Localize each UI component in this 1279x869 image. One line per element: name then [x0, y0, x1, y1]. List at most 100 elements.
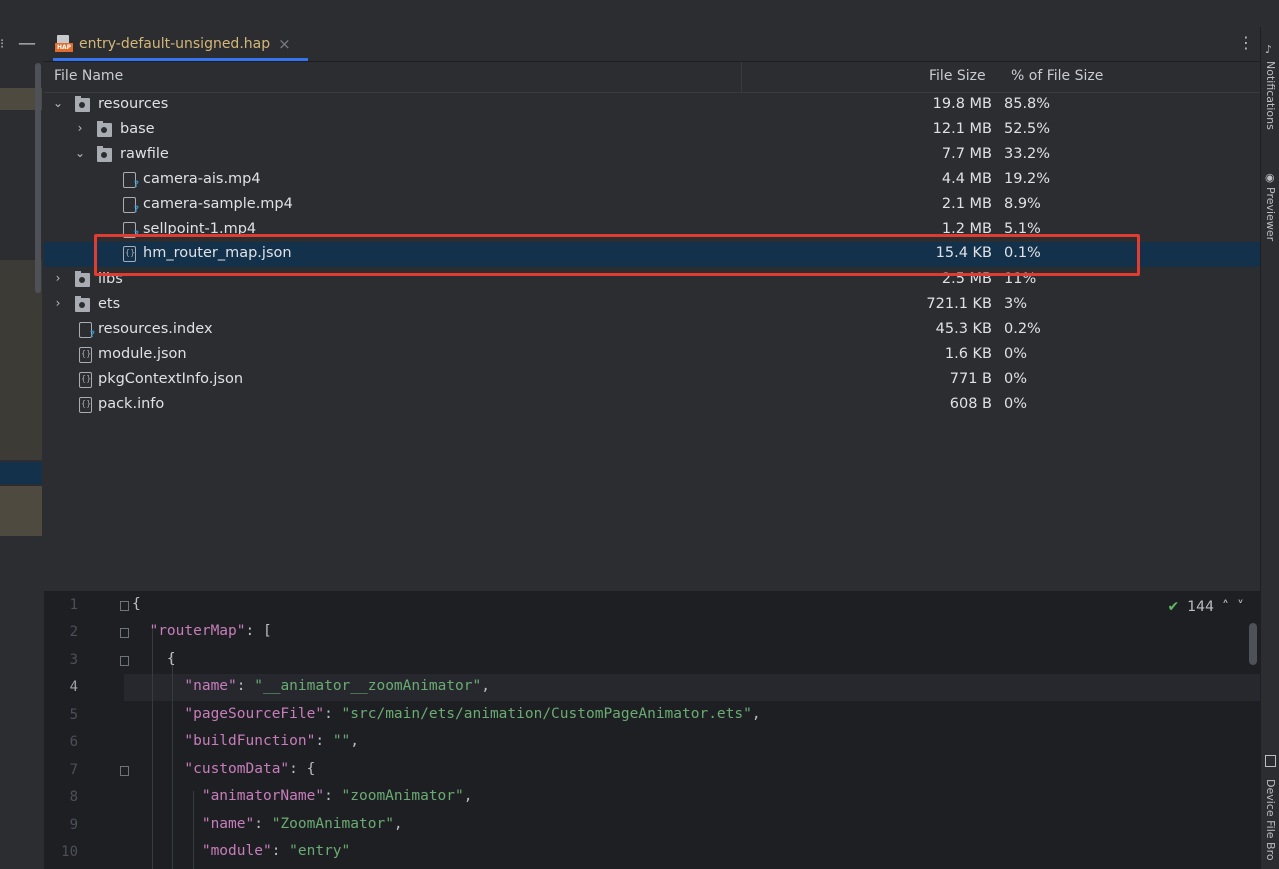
check-icon: ✔	[1167, 599, 1180, 615]
chevron-up-icon[interactable]: ˄	[1222, 599, 1229, 615]
code-line-2: "routerMap": [	[149, 623, 272, 639]
tab-options-icon[interactable]: ⋮	[1238, 33, 1254, 52]
row-percent: 52.5%	[1004, 121, 1051, 137]
row-size: 2.1 MB	[941, 196, 992, 212]
highlight-annotation-box	[94, 234, 1140, 276]
tree-row-module-json[interactable]: {} module.json 1.6 KB 0%	[44, 343, 1260, 368]
folder-icon	[75, 296, 90, 312]
device-file-browser-tool[interactable]: Device File Bro	[1264, 779, 1277, 861]
line-number: 4	[69, 679, 78, 695]
code-line-8: "animatorName": "zoomAnimator",	[201, 788, 473, 804]
code-line-1: {	[132, 596, 141, 612]
row-size: 7.7 MB	[941, 146, 992, 162]
row-size: 19.8 MB	[932, 96, 992, 112]
row-size: 721.1 KB	[926, 296, 992, 312]
column-divider	[741, 62, 742, 92]
tree-row-camera-sample[interactable]: ? camera-sample.mp4 2.1 MB 8.9%	[44, 193, 1260, 218]
row-percent: 0%	[1004, 371, 1028, 387]
title-bar	[0, 0, 1279, 28]
tree-row-rawfile[interactable]: ⌄ rawfile 7.7 MB 33.2%	[44, 143, 1260, 168]
chevron-right-icon[interactable]: ›	[52, 296, 64, 310]
inspection-count: 144	[1187, 599, 1214, 615]
column-file-name[interactable]: File Name	[54, 68, 123, 84]
notifications-tool[interactable]: Notifications	[1264, 61, 1277, 130]
left-panel-row[interactable]	[0, 486, 42, 536]
inspection-widget[interactable]: ✔ 144 ˄ ˅	[1168, 599, 1244, 615]
line-number: 7	[69, 762, 78, 778]
line-number: 8	[69, 789, 78, 805]
tree-header: File Name File Size % of File Size	[44, 62, 1260, 93]
line-number: 3	[69, 652, 78, 668]
row-size: 771 B	[949, 371, 992, 387]
hap-file-icon: HAP	[55, 34, 73, 53]
right-tool-strip: ♪ Notifications ◉ Previewer Device File …	[1260, 27, 1279, 869]
row-name: camera-ais.mp4	[143, 171, 261, 187]
fold-marker-icon[interactable]	[120, 601, 129, 611]
folder-icon	[75, 96, 90, 112]
line-number: 5	[69, 707, 78, 723]
tree-row-pkgcontextinfo[interactable]: {} pkgContextInfo.json 771 B 0%	[44, 368, 1260, 393]
row-name: rawfile	[120, 146, 169, 162]
fold-marker-icon[interactable]	[120, 766, 129, 776]
row-name: pack.info	[98, 396, 165, 412]
editor-scrollbar[interactable]	[1249, 623, 1257, 665]
code-editor[interactable]: 1 2 3 4 5 6 7 8 9 10 { "routerMap": [ { …	[44, 591, 1260, 869]
row-percent: 19.2%	[1004, 171, 1051, 187]
row-size: 12.1 MB	[932, 121, 992, 137]
column-file-size[interactable]: File Size	[929, 68, 986, 84]
code-line-10: "module": "entry"	[201, 843, 351, 859]
previewer-tool[interactable]: Previewer	[1264, 187, 1277, 241]
row-name: base	[120, 121, 155, 137]
row-name: resources	[98, 96, 169, 112]
folder-icon	[97, 146, 112, 162]
row-name: pkgContextInfo.json	[98, 371, 244, 387]
hap-analyzer-tree: File Name File Size % of File Size ⌄ res…	[44, 62, 1260, 580]
tree-row-resources-index[interactable]: ? resources.index 45.3 KB 0.2%	[44, 318, 1260, 343]
column-percent[interactable]: % of File Size	[1011, 68, 1103, 84]
code-line-9: "name": "ZoomAnimator",	[201, 816, 403, 832]
json-file-icon: {}	[79, 347, 92, 363]
row-percent: 0%	[1004, 346, 1028, 362]
tree-row-resources[interactable]: ⌄ resources 19.8 MB 85.8%	[44, 93, 1260, 118]
chevron-down-icon[interactable]: ⌄	[52, 96, 64, 110]
chevron-right-icon[interactable]: ›	[74, 121, 86, 135]
code-line-6: "buildFunction": "",	[184, 733, 360, 749]
tree-row-base[interactable]: › base 12.1 MB 52.5%	[44, 118, 1260, 143]
chevron-down-icon[interactable]: ⌄	[74, 146, 86, 160]
row-size: 608 B	[949, 396, 992, 412]
row-name: resources.index	[98, 321, 213, 337]
unknown-file-icon: ?	[79, 322, 95, 340]
json-file-icon: {}	[79, 397, 92, 413]
json-file-icon: {}	[79, 372, 92, 388]
tree-row-camera-ais[interactable]: ? camera-ais.mp4 4.4 MB 19.2%	[44, 168, 1260, 193]
line-number: 9	[69, 817, 78, 833]
code-line-3: {	[166, 651, 176, 667]
row-name: camera-sample.mp4	[143, 196, 293, 212]
row-percent: 8.9%	[1004, 196, 1041, 212]
fold-marker-icon[interactable]	[120, 656, 129, 666]
row-name: ets	[98, 296, 121, 312]
tree-row-pack-info[interactable]: {} pack.info 608 B 0%	[44, 393, 1260, 418]
left-project-panel: ⁝ —	[0, 27, 43, 869]
hide-panel-icon[interactable]: —	[18, 33, 36, 54]
fold-marker-icon[interactable]	[120, 628, 129, 638]
chevron-down-icon[interactable]: ˅	[1237, 599, 1244, 615]
row-size: 4.4 MB	[941, 171, 992, 187]
line-number: 6	[69, 734, 78, 750]
tab-label: entry-default-unsigned.hap	[79, 35, 271, 52]
unknown-file-icon: ?	[123, 197, 139, 215]
row-size: 45.3 KB	[935, 321, 992, 337]
left-panel-row-selected[interactable]	[0, 462, 42, 484]
row-percent: 85.8%	[1004, 96, 1051, 112]
chevron-right-icon[interactable]: ›	[52, 271, 64, 285]
close-tab-icon[interactable]: ×	[278, 35, 291, 53]
row-name: module.json	[98, 346, 187, 362]
tab-entry-default-unsigned-hap[interactable]: HAP entry-default-unsigned.hap ×	[53, 29, 308, 61]
code-line-5: "pageSourceFile": "src/main/ets/animatio…	[184, 706, 761, 722]
line-number: 10	[61, 844, 78, 860]
row-percent: 33.2%	[1004, 146, 1051, 162]
tree-row-ets[interactable]: › ets 721.1 KB 3%	[44, 293, 1260, 318]
left-panel-scrollbar[interactable]	[35, 63, 41, 293]
more-options-icon[interactable]: ⁝	[0, 37, 4, 52]
row-percent: 0.2%	[1004, 321, 1041, 337]
